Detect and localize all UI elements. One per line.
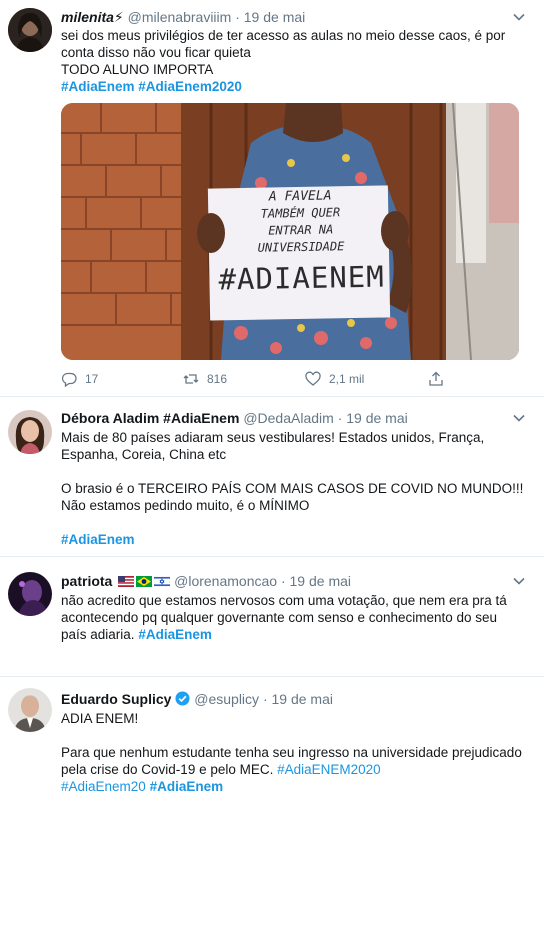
tweet-text: Mais de 80 países adiaram seus vestibula… (61, 429, 530, 548)
tweet-photo[interactable]: A FAVELA TAMBÉM QUER ENTRAR NA UNIVERSID… (61, 103, 519, 360)
retweet-button[interactable]: 816 (183, 369, 227, 389)
tweet-text-segment: pela crise do Covid-19 e pelo MEC. (61, 762, 274, 777)
tweet-actions: 17 816 2,1 mil (61, 369, 481, 389)
hashtag-link[interactable]: #AdiaEnem (61, 79, 135, 94)
tweet-line (61, 463, 530, 480)
tweet-line-with-hashtag: país adiaria. #AdiaEnem (61, 626, 530, 643)
tweet-line (61, 727, 530, 744)
hashtag-line: #AdiaEnem20 #AdiaEnem (61, 778, 530, 795)
user-handle[interactable]: @DedaAladim (243, 410, 333, 426)
brazil-flag-icon (136, 576, 153, 587)
hashtag-line: #AdiaEnem (61, 531, 530, 548)
tweet-date[interactable]: 19 de mai (290, 573, 351, 589)
separator-dot: · (262, 691, 268, 707)
avatar[interactable] (8, 572, 52, 616)
chevron-down-icon[interactable] (512, 10, 526, 24)
tweet-header: patriota @lorenamoncao · 19 de mai (61, 571, 514, 591)
tweet-line: Mais de 80 países adiaram seus vestibula… (61, 430, 485, 445)
tweet-text: ADIA ENEM! Para que nenhum estudante ten… (61, 710, 530, 795)
hashtag-link[interactable]: #AdiaEnem (61, 532, 135, 547)
display-name[interactable]: Débora Aladim #AdiaEnem (61, 410, 239, 426)
tweet-line: acontecendo pq qualquer governante com s… (61, 610, 498, 625)
hashtag-link[interactable]: #AdiaENEM2020 (277, 762, 381, 777)
tweet-suplicy[interactable]: Eduardo Suplicy @esuplicy · 19 de mai AD… (0, 686, 544, 806)
tweet-milenita[interactable]: milenita⚡ @milenabraviiim · 19 de mai se… (0, 0, 544, 394)
hashtag-link[interactable]: #AdiaEnem (150, 779, 224, 794)
israel-flag-icon (154, 576, 171, 587)
sign-line: #ADIAENEM (218, 259, 385, 297)
avatar[interactable] (8, 410, 52, 454)
reply-button[interactable]: 17 (61, 369, 98, 389)
tweet-date[interactable]: 19 de mai (346, 410, 407, 426)
tweet-line: TODO ALUNO IMPORTA (61, 62, 214, 77)
tweet-header: milenita⚡ @milenabraviiim · 19 de mai (61, 7, 514, 27)
share-button[interactable] (428, 369, 444, 389)
tweet-divider (0, 556, 544, 557)
display-name[interactable]: patriota (61, 573, 112, 589)
tweet-text: sei dos meus privilégios de ter acesso a… (61, 27, 530, 95)
retweet-count: 816 (207, 372, 228, 386)
tweet-date[interactable]: 19 de mai (244, 9, 305, 25)
tweet-line: Não estamos pedindo muito, é o MÍNIMO (61, 498, 310, 513)
avatar[interactable] (8, 8, 52, 52)
tweet-date[interactable]: 19 de mai (272, 691, 333, 707)
user-handle[interactable]: @esuplicy (194, 691, 259, 707)
verified-badge-icon (175, 691, 190, 706)
tweet-line: Espanha, Coreia, China etc (61, 447, 227, 462)
tweet-header: Débora Aladim #AdiaEnem @DedaAladim · 19… (61, 408, 514, 428)
tweet-debora[interactable]: Débora Aladim #AdiaEnem @DedaAladim · 19… (0, 404, 544, 554)
tweet-line: não acredito que estamos nervosos com um… (61, 593, 507, 608)
user-handle[interactable]: @milenabraviiim (128, 9, 232, 25)
tweet-divider (0, 676, 544, 677)
separator-dot: · (280, 573, 286, 589)
tweet-divider (0, 396, 544, 397)
avatar[interactable] (8, 688, 52, 732)
tweet-line: ADIA ENEM! (61, 711, 139, 726)
heart-icon (305, 371, 321, 386)
user-handle[interactable]: @lorenamoncao (174, 573, 277, 589)
tweet-text: não acredito que estamos nervosos com um… (61, 592, 530, 643)
separator-dot: · (235, 9, 240, 25)
hashtag-link[interactable]: #AdiaEnem20 (61, 779, 146, 794)
retweet-icon (183, 374, 199, 384)
reply-count: 17 (85, 372, 99, 386)
hashtag-link[interactable]: #AdiaEnem (138, 627, 212, 642)
chevron-down-icon[interactable] (512, 574, 526, 588)
tweet-patriota[interactable]: patriota @lorenamoncao · 19 de mai não a… (0, 566, 544, 666)
like-count: 2,1 mil (329, 372, 365, 386)
reply-icon (61, 372, 77, 387)
tweet-line: país adiaria. (61, 627, 135, 642)
tweet-line: O brasio é o TERCEIRO PAÍS COM MAIS CASO… (61, 481, 524, 496)
like-button[interactable]: 2,1 mil (305, 369, 364, 389)
tweet-line (61, 514, 530, 531)
tweet-header: Eduardo Suplicy @esuplicy · 19 de mai (61, 689, 514, 709)
tweet-line: Para que nenhum estudante tenha seu ingr… (61, 745, 522, 760)
us-flag-icon (118, 576, 135, 587)
separator-dot: · (337, 410, 343, 426)
protest-sign-text: A FAVELA TAMBÉM QUER ENTRAR NA UNIVERSID… (215, 187, 387, 302)
hashtag-line: #AdiaEnem #AdiaEnem2020 (61, 78, 530, 95)
display-name[interactable]: milenita⚡ (61, 9, 124, 25)
share-icon (429, 371, 443, 386)
hashtag-link[interactable]: #AdiaEnem2020 (138, 79, 242, 94)
tweet-line: conta disso não vou ficar quieta (61, 45, 251, 60)
tweet-line-with-link: pela crise do Covid-19 e pelo MEC. #Adia… (61, 761, 530, 778)
tweet-line: sei dos meus privilégios de ter acesso a… (61, 28, 506, 43)
display-name[interactable]: Eduardo Suplicy (61, 691, 171, 707)
chevron-down-icon[interactable] (512, 411, 526, 425)
